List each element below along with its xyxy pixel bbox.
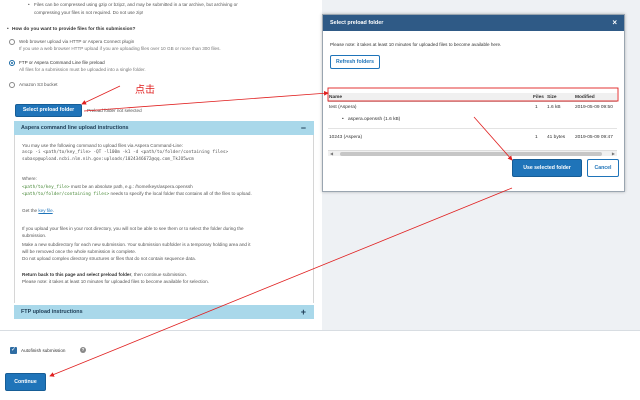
annotation-overlay	[49, 85, 619, 377]
highlight-folder-row	[327, 87, 619, 102]
arrow-to-folder-row	[83, 90, 329, 112]
arrow-to-continue-button	[49, 187, 513, 377]
arrow-to-select-button	[81, 85, 121, 105]
submission-page: • Files can be compressed using gzip or …	[0, 0, 640, 400]
arrow-to-use-button	[473, 116, 513, 161]
